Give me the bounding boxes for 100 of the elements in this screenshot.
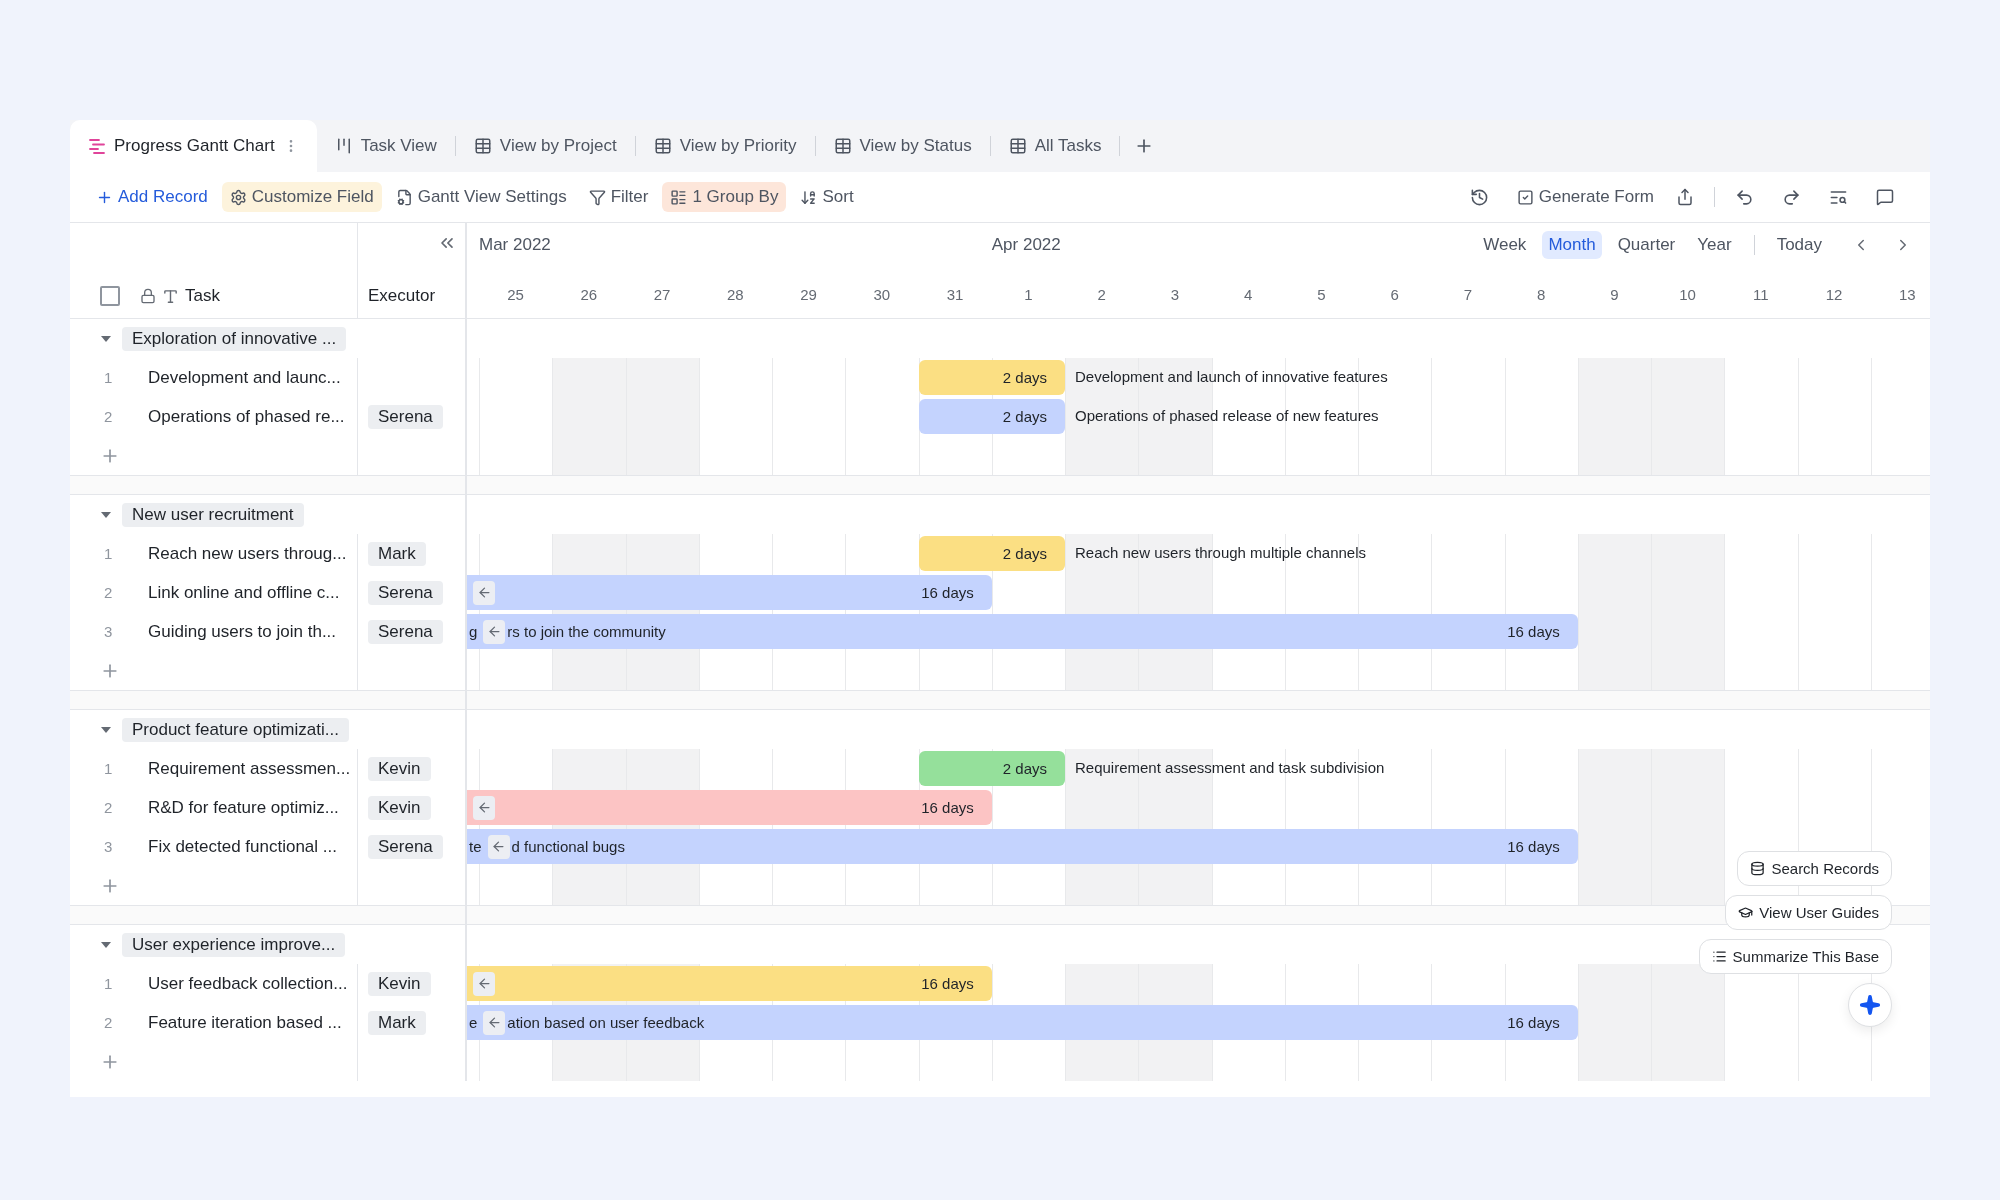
duration-label: 2 days — [1002, 545, 1047, 562]
toolbar-button[interactable]: Add Record — [88, 182, 216, 212]
task-name: Link online and offline c... — [148, 582, 340, 603]
bar-label: ation based on user feedback — [507, 1014, 705, 1031]
row-number: 1 — [103, 545, 114, 562]
toolbar-button[interactable]: Filter — [580, 182, 657, 212]
task-bar[interactable]: 2 days — [918, 751, 1065, 786]
view-tab[interactable]: All Tasks — [990, 120, 1120, 172]
database-icon — [1750, 861, 1766, 876]
expand-caret-icon[interactable] — [100, 724, 112, 735]
task-bar[interactable]: 16 days — [467, 966, 992, 1001]
row-number: 2 — [103, 408, 114, 425]
jump-back-button[interactable] — [483, 619, 506, 644]
bar-label: e — [469, 1014, 478, 1031]
assistant-button[interactable]: View User Guides — [1725, 895, 1892, 930]
day-label: 7 — [1462, 285, 1474, 303]
executor-tag: Mark — [368, 1010, 426, 1035]
group-title: User experience improve... — [122, 932, 346, 957]
time-scale-tab[interactable]: Week — [1477, 231, 1533, 259]
expand-caret-icon[interactable] — [100, 939, 112, 950]
undo-icon[interactable] — [1735, 187, 1754, 207]
task-name: Operations of phased re... — [148, 406, 345, 427]
jump-back-button[interactable] — [487, 834, 510, 859]
task-name: Guiding users to join th... — [148, 621, 337, 642]
executor-tag: Mark — [368, 541, 426, 566]
day-label: 1 — [1023, 285, 1034, 303]
task-name: User feedback collection... — [148, 973, 348, 994]
time-scale-tab[interactable]: Quarter — [1611, 231, 1682, 259]
duration-label: 16 days — [921, 799, 974, 816]
toolbar-button[interactable]: Customize Field — [221, 182, 382, 212]
row-number: 3 — [103, 838, 114, 855]
task-bar[interactable]: 16 days — [467, 790, 992, 825]
toolbar-button[interactable]: Sort — [792, 182, 862, 212]
duration-label: 16 days — [921, 584, 974, 601]
day-label: 26 — [579, 285, 599, 303]
select-all-checkbox[interactable] — [100, 286, 120, 306]
month-label: Mar 2022 — [479, 235, 551, 255]
day-label: 8 — [1535, 285, 1547, 303]
table-icon — [473, 137, 492, 155]
day-label: 25 — [506, 285, 525, 303]
bar-label: te — [469, 838, 482, 855]
day-label: 9 — [1609, 285, 1620, 303]
lock-icon — [140, 288, 156, 304]
share-icon[interactable] — [1676, 188, 1694, 206]
assistant-button[interactable]: Summarize This Base — [1698, 939, 1892, 974]
bar-label: rs to join the community — [507, 623, 666, 640]
column-header: Task — [185, 286, 220, 306]
task-label: Reach new users through multiple channels — [1075, 544, 1366, 561]
text-field-icon — [162, 287, 179, 305]
task-bar[interactable]: e ation based on user feedback 16 days — [467, 1005, 1578, 1040]
time-scale-tab[interactable]: Year — [1691, 231, 1738, 259]
view-tab[interactable]: View by Project — [455, 120, 635, 172]
view-tab[interactable]: View by Status — [815, 120, 990, 172]
today-button[interactable]: Today — [1770, 231, 1828, 259]
executor-tag: Serena — [368, 580, 443, 605]
row-number: 2 — [103, 1014, 114, 1031]
day-label: 4 — [1242, 285, 1254, 303]
row-number: 1 — [103, 760, 114, 777]
graduation-cap-icon — [1738, 905, 1754, 920]
assistant-button[interactable]: Search Records — [1737, 851, 1892, 886]
duration-label: 16 days — [921, 975, 974, 992]
task-bar[interactable]: 2 days — [918, 399, 1065, 434]
executor-tag: Kevin — [368, 795, 431, 820]
sparkle-icon — [1859, 994, 1881, 1016]
expand-caret-icon[interactable] — [100, 333, 112, 344]
task-bar[interactable]: 2 days — [918, 360, 1065, 395]
history-icon[interactable] — [1469, 187, 1489, 207]
task-bar[interactable]: g rs to join the community 16 days — [467, 614, 1578, 649]
jump-back-button[interactable] — [473, 795, 495, 820]
view-tab[interactable]: View by Priority — [635, 120, 815, 172]
row-number: 1 — [103, 975, 114, 992]
executor-tag: Kevin — [368, 756, 431, 781]
table-icon — [833, 137, 852, 155]
task-bar[interactable]: 16 days — [467, 575, 992, 610]
task-name: Development and launc... — [148, 367, 341, 388]
jump-back-button[interactable] — [483, 1010, 506, 1035]
time-scale-tab[interactable]: Month — [1542, 231, 1602, 259]
sort-icon — [800, 188, 818, 206]
generate-form-button[interactable]: Generate Form — [1508, 182, 1662, 212]
duration-label: 16 days — [1507, 1014, 1560, 1031]
settings-icon — [229, 188, 247, 206]
table-icon — [1008, 137, 1027, 155]
redo-icon[interactable] — [1782, 187, 1801, 207]
toolbar-button[interactable]: Gantt View Settings — [387, 182, 575, 212]
view-tab[interactable]: Task View — [316, 120, 455, 172]
task-bar[interactable]: 2 days — [918, 536, 1065, 571]
jump-back-button[interactable] — [473, 580, 495, 605]
day-label: 3 — [1169, 285, 1181, 303]
executor-tag: Serena — [368, 619, 443, 644]
day-label: 2 — [1096, 285, 1107, 303]
jump-back-button[interactable] — [473, 971, 495, 996]
view-tab[interactable]: Progress Gantt Chart — [70, 120, 317, 172]
task-name: R&D for feature optimiz... — [148, 797, 339, 818]
task-bar[interactable]: te d functional bugs 16 days — [467, 829, 1578, 864]
expand-caret-icon[interactable] — [100, 509, 112, 520]
toolbar-button[interactable]: 1 Group By — [662, 182, 787, 212]
row-number: 3 — [103, 623, 114, 640]
task-name: Requirement assessmen... — [148, 758, 351, 779]
comment-icon[interactable] — [1876, 188, 1894, 206]
table-icon — [653, 137, 672, 155]
